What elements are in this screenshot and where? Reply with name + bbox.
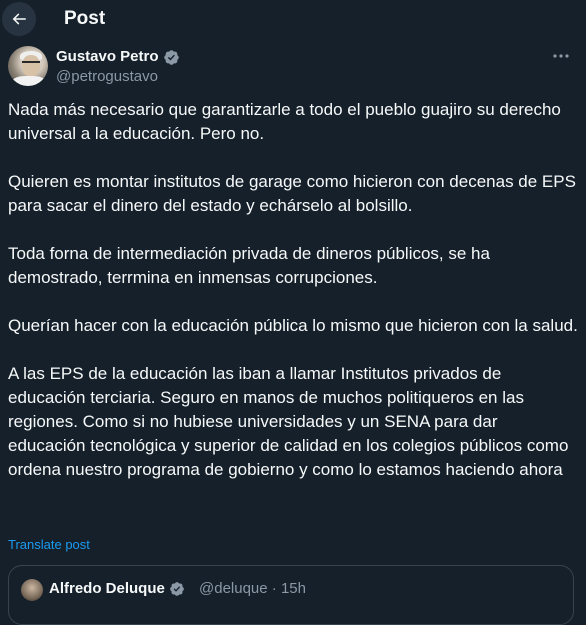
avatar[interactable] — [8, 46, 48, 86]
quoted-author-name-row: Alfredo Deluque — [49, 580, 186, 598]
arrow-left-icon — [12, 13, 26, 25]
verified-badge-icon — [169, 581, 186, 598]
post-text: Nada más necesario que garantizarle a to… — [8, 98, 578, 482]
post-paragraph: Toda forna de intermediación privada de … — [8, 244, 490, 287]
verified-badge-icon[interactable] — [163, 49, 180, 66]
post-paragraph: Querían hacer con la educación pública l… — [8, 316, 578, 335]
back-button[interactable] — [2, 2, 36, 36]
post-paragraph: Nada más necesario que garantizarle a to… — [8, 100, 561, 143]
quoted-author-name: Alfredo Deluque — [49, 580, 165, 597]
post-paragraph: A las EPS de la educación las iban a lla… — [8, 364, 569, 479]
post-paragraph: Quieren es montar institutos de garage c… — [8, 172, 576, 215]
more-options-button[interactable] — [550, 48, 572, 64]
quoted-post-card[interactable]: Alfredo Deluque @deluque · 15h — [8, 565, 574, 625]
author-handle[interactable]: @petrogustavo — [56, 68, 158, 86]
more-horizontal-icon — [553, 54, 569, 58]
author-name[interactable]: Gustavo Petro — [56, 48, 159, 66]
quoted-author-avatar — [21, 579, 43, 601]
author-name-row[interactable]: Gustavo Petro — [56, 48, 180, 66]
translate-post-link[interactable]: Translate post — [8, 537, 90, 553]
post-author: Gustavo Petro @petrogustavo — [8, 46, 578, 88]
quoted-post-meta: @deluque · 15h — [199, 580, 306, 597]
page-title: Post — [64, 8, 106, 29]
top-bar: Post — [0, 0, 586, 38]
